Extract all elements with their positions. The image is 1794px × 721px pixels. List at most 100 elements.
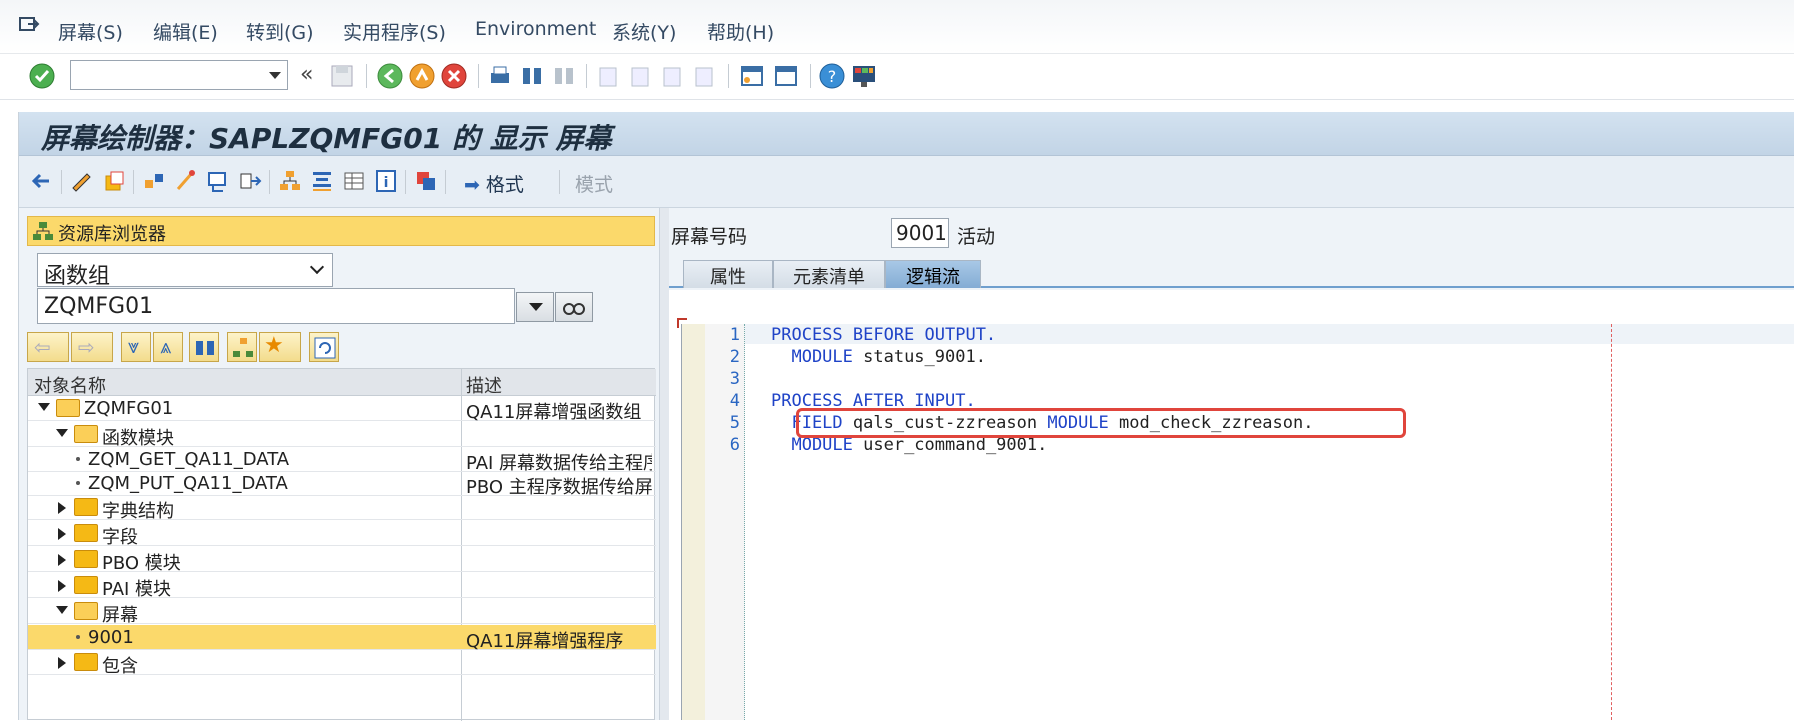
screen-number-field[interactable]: 9001 [891,218,949,248]
menu-system[interactable]: 系统(Y) [612,18,676,45]
help-icon[interactable]: ? [818,62,846,90]
column-header-description[interactable]: 描述 [466,372,502,398]
flow-logic-editor[interactable]: 1 2 3 4 5 6 PROCESS BEFORE OUTPUT. MODUL… [669,290,1794,720]
activate-icon[interactable] [205,168,231,194]
layout-icon[interactable] [309,168,335,194]
folder-open-icon [56,399,80,417]
previous-page-icon[interactable] [626,62,654,90]
favorites-button[interactable]: ★ [259,332,301,362]
last-page-icon[interactable] [690,62,718,90]
expanded-arrow-icon[interactable] [38,403,50,411]
collapsed-arrow-icon[interactable] [58,657,66,669]
menu-screen[interactable]: 屏幕(S) [58,18,123,45]
repository-browser-title: 资源库浏览器 [58,224,166,245]
next-object-button[interactable]: ⇨ [71,332,113,362]
tree-row-fm-put[interactable]: ZQM_PUT_QA11_DATA PBO 主程序数据传给屏幕 [28,471,656,498]
menu-utilities[interactable]: 实用程序(S) [343,18,446,45]
code-keyword: MODULE [771,347,853,367]
info-icon[interactable]: i [373,168,399,194]
toolbar-separator [810,64,811,88]
enter-check-icon[interactable] [28,62,56,90]
tree-node-label: PAI 模块 [102,579,172,600]
find-next-icon[interactable] [550,62,578,90]
toolbar-separator [445,170,446,194]
menu-environment[interactable]: Environment [475,18,596,40]
object-type-select[interactable]: 函数组 [37,253,333,289]
tab-attributes[interactable]: 属性 [683,260,773,288]
folder-open-icon [74,425,98,443]
tree-up-button[interactable] [227,332,257,362]
command-dropdown-icon[interactable] [269,72,281,79]
page-title: 屏幕绘制器：SAPLZQMFG01 的 显示 屏幕 [41,122,612,155]
expanded-arrow-icon[interactable] [56,429,68,437]
save-icon[interactable] [328,62,356,90]
collapse-icon[interactable]: « [300,62,313,87]
tab-flow-logic[interactable]: 逻辑流 [885,260,981,288]
collapsed-arrow-icon[interactable] [58,554,66,566]
shortcut-icon[interactable] [772,62,800,90]
find-icon[interactable] [518,62,546,90]
tree-row-fm-get[interactable]: ZQM_GET_QA11_DATA PAI 屏幕数据传给主程序 [28,447,656,474]
mode-button[interactable]: 模式 [575,170,613,197]
new-session-icon[interactable] [738,62,766,90]
tree-node-label: ZQM_GET_QA11_DATA [88,449,290,470]
tree-row-function-modules[interactable]: 函数模块 [28,422,656,449]
print-icon[interactable] [486,62,514,90]
collapsed-arrow-icon[interactable] [58,528,66,540]
find-button[interactable] [189,332,219,362]
where-used-icon[interactable] [237,168,263,194]
back-icon[interactable] [376,62,404,90]
code-area[interactable]: PROCESS BEFORE OUTPUT. MODULE status_900… [745,324,1794,720]
tree-row-screen-9001[interactable]: 9001 QA11屏幕增强程序 [28,625,656,652]
menu-edit[interactable]: 编辑(E) [153,18,218,45]
pane-splitter[interactable] [659,208,669,720]
tree-row-pbo-modules[interactable]: PBO 模块 [28,547,656,574]
display-change-icon[interactable] [69,168,95,194]
collapse-all-button[interactable]: ⩓ [153,332,183,362]
menu-goto[interactable]: 转到(G) [246,18,314,45]
collapsed-arrow-icon[interactable] [58,580,66,592]
next-page-icon[interactable] [658,62,686,90]
tree-row-function-group[interactable]: ZQMFG01 QA11屏幕增强函数组 [28,396,656,423]
tab-element-list[interactable]: 元素清单 [773,260,885,288]
refresh-button[interactable] [309,332,339,362]
customize-layout-icon[interactable] [850,62,878,90]
check-icon[interactable] [173,168,199,194]
folder-open-icon [74,602,98,620]
previous-object-button[interactable]: ⇦ [27,332,69,362]
expand-all-button[interactable]: ⩔ [121,332,151,362]
object-name-input[interactable]: ZQMFG01 [37,288,515,324]
element-list-icon[interactable] [341,168,367,194]
leaf-bullet-icon [76,635,80,639]
tree-row-pai-modules[interactable]: PAI 模块 [28,573,656,600]
expanded-arrow-icon[interactable] [56,606,68,614]
menu-help[interactable]: 帮助(H) [707,18,774,45]
object-dropdown-button[interactable] [516,292,554,322]
hierarchy-icon[interactable] [277,168,303,194]
exit-icon[interactable] [408,62,436,90]
display-object-button[interactable] [555,292,593,322]
toolbar-separator [61,170,62,194]
other-object-icon[interactable] [141,168,167,194]
first-page-icon[interactable] [594,62,622,90]
code-line: MODULE user_command_9001. [771,435,1047,455]
tree-row-fields[interactable]: 字段 [28,521,656,548]
code-text: status_9001. [852,347,986,367]
command-field[interactable] [70,60,288,90]
cancel-icon[interactable] [440,62,468,90]
tree-row-screens[interactable]: 屏幕 [28,599,656,626]
format-button[interactable]: ➡ 格式 [464,170,524,197]
collapsed-arrow-icon[interactable] [58,502,66,514]
tree-row-dictionary-structures[interactable]: 字典结构 [28,495,656,522]
active-inactive-icon[interactable] [101,168,127,194]
line-number: 1 [729,325,740,345]
menu-exit-icon[interactable] [18,14,40,36]
code-keyword: PROCESS BEFORE OUTPUT. [771,325,997,345]
column-header-name[interactable]: 对象名称 [34,372,106,398]
tree-row-includes[interactable]: 包含 [28,650,656,677]
back-arrow-icon[interactable] [29,168,55,194]
format-label: 格式 [485,174,524,196]
toolbar-separator [728,64,729,88]
triangle-down-icon [529,303,543,311]
graphical-layout-icon[interactable] [413,168,439,194]
